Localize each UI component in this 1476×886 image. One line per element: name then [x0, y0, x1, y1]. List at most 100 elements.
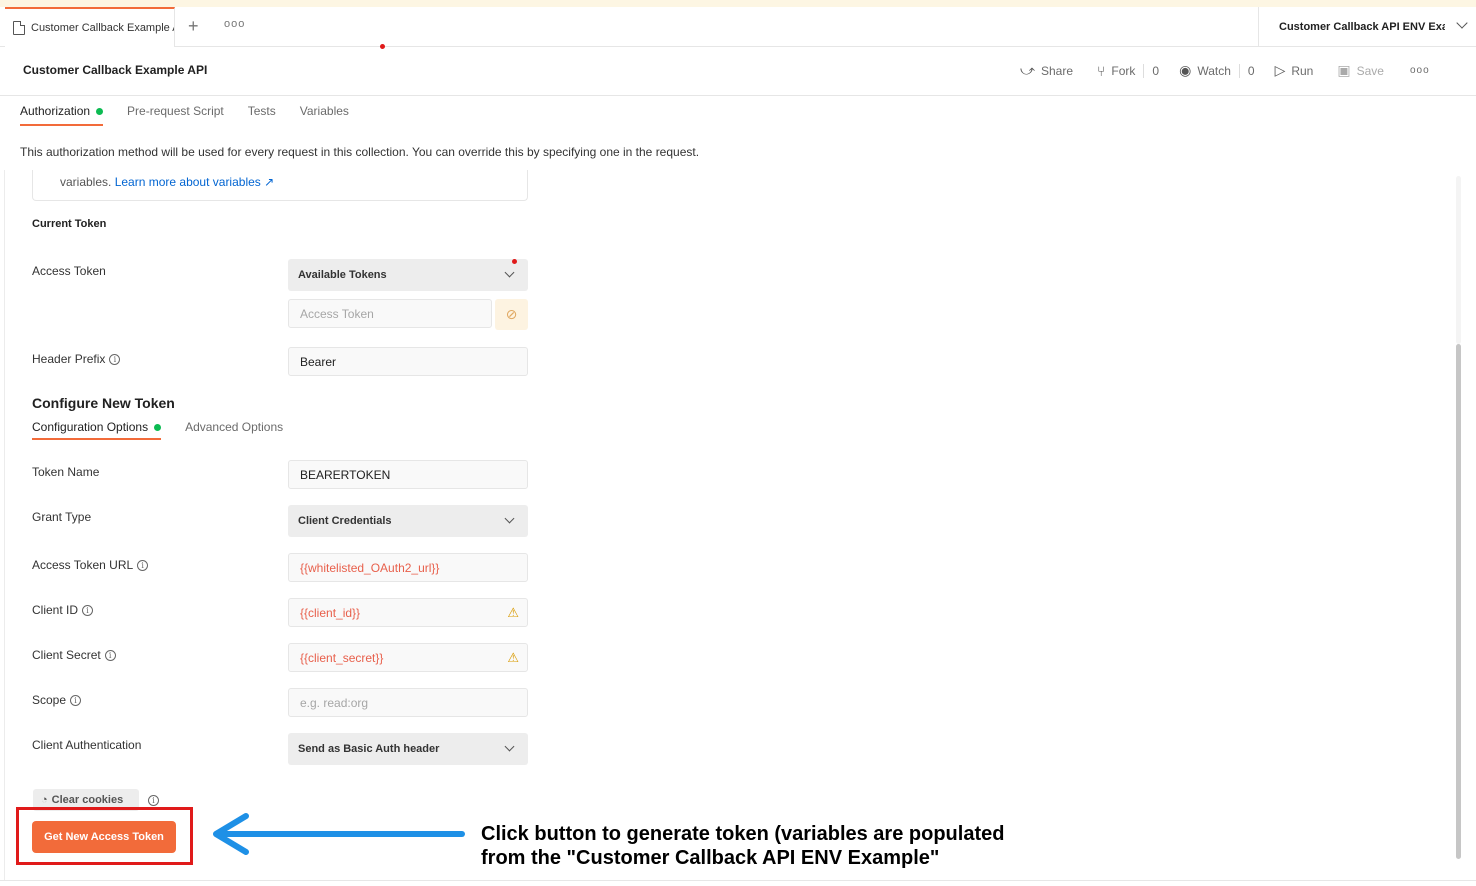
scope-label: Scope i: [32, 693, 82, 707]
header-actions: ⤻ Share ⑂ Fork 0 ◉ Watch 0 ▷ Run ▣ Save …: [1020, 62, 1430, 79]
tab-configuration-options[interactable]: Configuration Options: [32, 420, 162, 440]
label-text: Client Authentication: [32, 738, 142, 752]
status-dot: [96, 107, 104, 115]
share-button[interactable]: ⤻ Share: [1020, 62, 1073, 79]
collection-subtabs: Authorization Pre-request Script Tests V…: [20, 104, 373, 126]
new-tab-button[interactable]: +: [188, 16, 199, 37]
configure-tabs: Configuration Options Advanced Options: [32, 420, 307, 440]
input-value: Bearer: [300, 354, 337, 369]
scrollbar-thumb[interactable]: [1456, 344, 1461, 859]
access-token-url-input[interactable]: {{whitelisted_OAuth2_url}}: [288, 553, 528, 582]
status-dot: [154, 423, 162, 431]
annotation-line-1: Click button to generate token (variable…: [481, 823, 1005, 845]
chevron-down-icon: [504, 513, 515, 524]
info-icon[interactable]: i: [70, 694, 82, 706]
eye-icon: ◉: [1179, 62, 1192, 78]
input-value: {{whitelisted_OAuth2_url}}: [300, 560, 440, 575]
grant-type-label: Grant Type: [32, 510, 91, 524]
select-value: Client Credentials: [298, 515, 392, 527]
warning-icon[interactable]: ⚠: [507, 650, 519, 666]
collection-title: Customer Callback Example API: [23, 63, 208, 77]
token-name-input[interactable]: BEARERTOKEN: [288, 460, 528, 489]
grant-type-select[interactable]: Client Credentials: [288, 505, 528, 537]
document-icon: [13, 21, 25, 35]
eye-off-icon: ⊘: [505, 306, 518, 322]
get-new-access-token-button[interactable]: Get New Access Token: [32, 821, 176, 853]
run-label: Run: [1291, 63, 1314, 78]
input-placeholder: e.g. read:org: [300, 695, 369, 710]
fork-label: Fork: [1111, 63, 1136, 78]
label-text: Header Prefix: [32, 352, 106, 366]
tab-bar: Customer Callback Example API + ooo Cust…: [0, 7, 1476, 49]
client-secret-input[interactable]: {{client_secret}} ⚠: [288, 643, 528, 672]
save-button[interactable]: ▣ Save: [1337, 62, 1384, 79]
chevron-down-icon: [1456, 17, 1468, 29]
tab-pre-request-script[interactable]: Pre-request Script: [127, 104, 224, 126]
tab-more-button[interactable]: ooo: [224, 18, 245, 30]
tab-authorization[interactable]: Authorization: [20, 104, 104, 126]
warning-icon[interactable]: ⚠: [507, 605, 519, 621]
select-value: Available Tokens: [298, 269, 387, 281]
run-icon: ▷: [1274, 62, 1286, 78]
share-icon: ⤻: [1020, 62, 1035, 78]
bottom-divider: [0, 880, 1476, 881]
panel-divider: [4, 170, 5, 880]
client-id-input[interactable]: {{client_id}} ⚠: [288, 598, 528, 627]
scrollbar-track: [1456, 176, 1461, 344]
info-icon[interactable]: i: [109, 353, 121, 365]
label-text: Client Secret: [32, 648, 101, 662]
tab-collection[interactable]: Customer Callback Example API: [5, 7, 175, 47]
learn-more-variables-link[interactable]: Learn more about variables ↗: [115, 175, 274, 189]
client-authentication-label: Client Authentication: [32, 738, 141, 752]
access-token-url-label: Access Token URL i: [32, 558, 149, 572]
tab-title: Customer Callback Example API: [31, 22, 175, 34]
input-value: {{client_secret}}: [300, 650, 384, 665]
tab-advanced-options[interactable]: Advanced Options: [185, 420, 283, 440]
client-authentication-select[interactable]: Send as Basic Auth header: [288, 733, 528, 765]
more-actions-button[interactable]: ooo: [1410, 65, 1430, 76]
available-tokens-select[interactable]: Available Tokens: [288, 259, 528, 291]
environment-name: Customer Callback API ENV Example: [1279, 21, 1445, 33]
tab-tests[interactable]: Tests: [248, 104, 276, 126]
info-note: variables. Learn more about variables ↗: [32, 170, 528, 201]
toggle-visibility-button[interactable]: ⊘: [495, 299, 528, 330]
fork-count[interactable]: 0: [1143, 63, 1159, 78]
token-name-label: Token Name: [32, 465, 99, 479]
annotation-arrow: [213, 813, 465, 855]
client-secret-label: Client Secret i: [32, 648, 116, 662]
scope-input[interactable]: e.g. read:org: [288, 688, 528, 717]
access-token-label: Access Token: [32, 264, 106, 278]
info-icon[interactable]: i: [148, 795, 159, 806]
watch-button[interactable]: ◉ Watch: [1179, 62, 1231, 79]
info-icon[interactable]: i: [82, 604, 94, 616]
vertical-scrollbar[interactable]: [1454, 176, 1463, 866]
label-text: Access Token URL: [32, 558, 134, 572]
top-banner-strip: [0, 0, 1476, 7]
access-token-input[interactable]: Access Token: [288, 299, 492, 328]
input-placeholder: Access Token: [300, 306, 374, 321]
header-prefix-input[interactable]: Bearer: [288, 347, 528, 376]
label-text: Client ID: [32, 603, 79, 617]
watch-count[interactable]: 0: [1238, 63, 1255, 78]
chevron-down-icon: [504, 741, 515, 752]
button-label: Get New Access Token: [44, 831, 164, 843]
environment-selector[interactable]: Customer Callback API ENV Example: [1258, 7, 1476, 47]
input-value: BEARERTOKEN: [300, 467, 391, 482]
tab-variables[interactable]: Variables: [300, 104, 349, 126]
fork-button[interactable]: ⑂ Fork: [1097, 63, 1135, 79]
label-text: Grant Type: [32, 510, 92, 524]
annotation-text: Click button to generate token (variable…: [481, 822, 1081, 870]
auth-description: This authorization method will be used f…: [20, 145, 700, 159]
chevron-down-icon: [504, 267, 515, 278]
header-prefix-label: Header Prefix i: [32, 352, 121, 366]
watch-label: Watch: [1197, 63, 1231, 78]
cookie-icon: ◔: [41, 794, 48, 806]
tab-label: Authorization: [20, 104, 91, 118]
run-button[interactable]: ▷ Run: [1275, 62, 1314, 79]
info-icon[interactable]: i: [104, 649, 116, 661]
collection-header: Customer Callback Example API ⤻ Share ⑂ …: [0, 48, 1476, 96]
info-icon[interactable]: i: [137, 559, 149, 571]
configure-new-token-heading: Configure New Token: [32, 395, 175, 411]
label-text: Scope: [32, 693, 67, 707]
share-label: Share: [1040, 63, 1073, 78]
